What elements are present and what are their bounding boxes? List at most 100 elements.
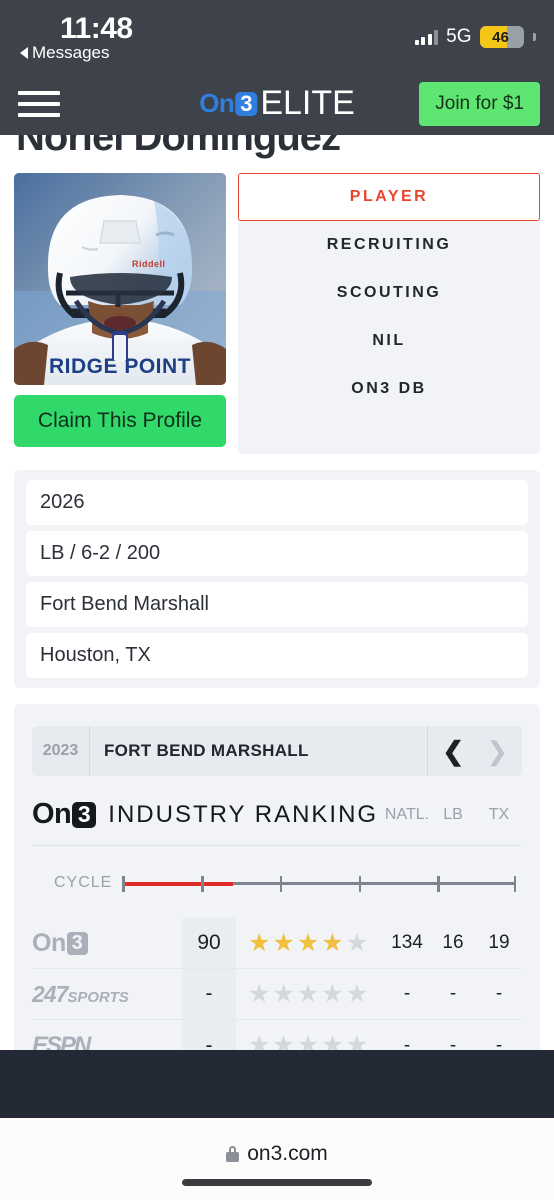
table-row: 247SPORTS - ★ ★ ★ ★ ★ - - - <box>32 969 522 1020</box>
tab-on3-db[interactable]: ON3 DB <box>238 365 540 413</box>
tab-player[interactable]: PLAYER <box>238 173 540 221</box>
row-natl-on3: 134 <box>391 932 423 953</box>
back-to-messages-link[interactable]: Messages <box>20 43 109 63</box>
info-row-class-year: 2026 <box>26 480 528 525</box>
row-score-espn: - <box>205 1033 213 1051</box>
row-score-247: - <box>205 982 213 1005</box>
row-state-espn: - <box>495 1034 503 1051</box>
on3-on-text: On <box>32 798 72 830</box>
profile-top-section: RIDGE POINT Riddell Claim This Profile P… <box>0 157 554 454</box>
info-row-position-measurements: LB / 6-2 / 200 <box>26 531 528 576</box>
row-stars-espn: ★ ★ ★ ★ ★ <box>236 1031 384 1051</box>
row-stars-247: ★ ★ ★ ★ ★ <box>236 979 384 1008</box>
table-row: On 3 90 ★ ★ ★ ★ ★ 134 16 19 <box>32 918 522 969</box>
url-row[interactable]: on3.com <box>226 1142 328 1166</box>
ranking-title: INDUSTRY RANKING <box>108 800 379 828</box>
photo-column: RIDGE POINT Riddell Claim This Profile <box>14 173 226 447</box>
status-time: 11:48 <box>60 12 133 45</box>
on3-row-three-badge: 3 <box>66 931 88 955</box>
player-info-list: 2026 LB / 6-2 / 200 Fort Bend Marshall H… <box>14 470 540 688</box>
ranking-header: On 3 INDUSTRY RANKING NATL. LB TX <box>32 776 522 846</box>
battery-percent: 46 <box>492 28 509 46</box>
cycle-tick-3 <box>279 876 283 892</box>
brand-on-text: On <box>199 88 235 118</box>
logo-espn-text: ESPN <box>32 1031 91 1051</box>
network-type-label: 5G <box>446 26 472 47</box>
row-state-247: - <box>495 983 503 1004</box>
column-header-natl: NATL. <box>384 805 430 823</box>
row-natl-247: - <box>403 983 411 1004</box>
cycle-track[interactable] <box>122 872 516 894</box>
battery-cap <box>533 33 536 41</box>
hamburger-menu-icon[interactable] <box>18 90 60 117</box>
mobile-screen: 11:48 Messages 5G 46 Noriel Dominguez RI… <box>0 0 554 1200</box>
cycle-label: CYCLE <box>54 874 113 891</box>
season-selector: 2023 FORT BEND MARSHALL ❮ ❯ <box>32 726 522 776</box>
star-icon: ★ <box>272 1031 295 1051</box>
ranking-table: On 3 90 ★ ★ ★ ★ ★ 134 16 19 247SPORTS - … <box>32 918 522 1050</box>
back-label: Messages <box>32 43 110 62</box>
cycle-progress <box>122 882 233 886</box>
cycle-tick-2 <box>201 876 204 892</box>
home-indicator[interactable] <box>182 1179 372 1186</box>
cycle-timeline: CYCLE <box>32 846 522 918</box>
brand-elite-text: ELITE <box>260 84 355 122</box>
tab-nil[interactable]: NIL <box>238 317 540 365</box>
source-espn-logo-icon: ESPN <box>32 1032 182 1051</box>
player-photo: RIDGE POINT Riddell <box>14 173 226 385</box>
star-icon: ★ <box>345 1031 369 1051</box>
claim-profile-button[interactable]: Claim This Profile <box>14 395 226 447</box>
logo-247sports-text: 247SPORTS <box>32 980 129 1007</box>
cellular-signal-icon <box>414 29 439 45</box>
cycle-tick-5 <box>437 876 440 892</box>
season-year: 2023 <box>32 726 90 776</box>
page-footer <box>0 1050 554 1118</box>
tab-recruiting[interactable]: RECRUITING <box>238 221 540 269</box>
safari-url-bar: on3.com <box>0 1118 554 1200</box>
ranking-column-headers: NATL. LB TX <box>384 806 522 824</box>
cycle-tick-1 <box>122 876 125 892</box>
on3-three-badge: 3 <box>72 801 97 828</box>
row-pos-espn: - <box>449 1034 457 1051</box>
column-header-state: TX <box>488 805 510 823</box>
cycle-tick-4 <box>358 876 362 892</box>
star-icon: ★ <box>296 1031 320 1051</box>
star-icon: ★ <box>248 979 271 1008</box>
back-arrow-icon <box>20 47 28 59</box>
row-rankings-espn: - - - <box>384 1035 522 1051</box>
season-team-name: FORT BEND MARSHALL <box>104 741 309 760</box>
chevron-right-icon[interactable]: ❯ <box>480 738 514 764</box>
row-rankings-247: - - - <box>384 983 522 1005</box>
star-icon: ★ <box>272 928 295 957</box>
url-text: on3.com <box>247 1142 328 1165</box>
row-rankings-on3: 134 16 19 <box>384 932 522 954</box>
star-icon: ★ <box>296 928 320 957</box>
cycle-tick-6 <box>513 876 516 892</box>
tab-scouting[interactable]: SCOUTING <box>238 269 540 317</box>
on3-elite-logo[interactable]: On 3 ELITE <box>199 84 355 123</box>
join-button[interactable]: Join for $1 <box>419 81 540 126</box>
row-pos-247: - <box>449 983 457 1004</box>
on3-row-on-text: On <box>32 928 66 957</box>
star-icon: ★ <box>345 928 369 957</box>
info-row-hometown: Houston, TX <box>26 633 528 678</box>
battery-icon: 46 <box>479 26 524 48</box>
lock-icon <box>226 1146 240 1162</box>
row-natl-espn: - <box>403 1034 411 1051</box>
chevron-left-icon[interactable]: ❮ <box>436 738 470 764</box>
row-stars-on3: ★ ★ ★ ★ ★ <box>236 928 384 957</box>
star-icon: ★ <box>272 979 295 1008</box>
row-state-on3: 19 <box>488 932 510 953</box>
ios-status-bar: 11:48 Messages 5G 46 <box>0 0 554 72</box>
brand-three-badge: 3 <box>235 91 258 116</box>
star-icon: ★ <box>248 928 271 957</box>
row-pos-on3: 16 <box>442 932 464 953</box>
star-icon: ★ <box>321 1031 344 1051</box>
helmet-photo-graphic: RIDGE POINT Riddell <box>14 173 226 385</box>
season-arrows: ❮ ❯ <box>427 726 522 776</box>
webpage-viewport: Noriel Dominguez RIDGE POINT Riddell Cla… <box>0 72 554 1050</box>
source-247sports-logo-icon: 247SPORTS <box>32 981 182 1008</box>
site-header: On 3 ELITE Join for $1 <box>0 72 554 135</box>
star-icon: ★ <box>296 979 320 1008</box>
row-score-on3: 90 <box>197 931 221 954</box>
